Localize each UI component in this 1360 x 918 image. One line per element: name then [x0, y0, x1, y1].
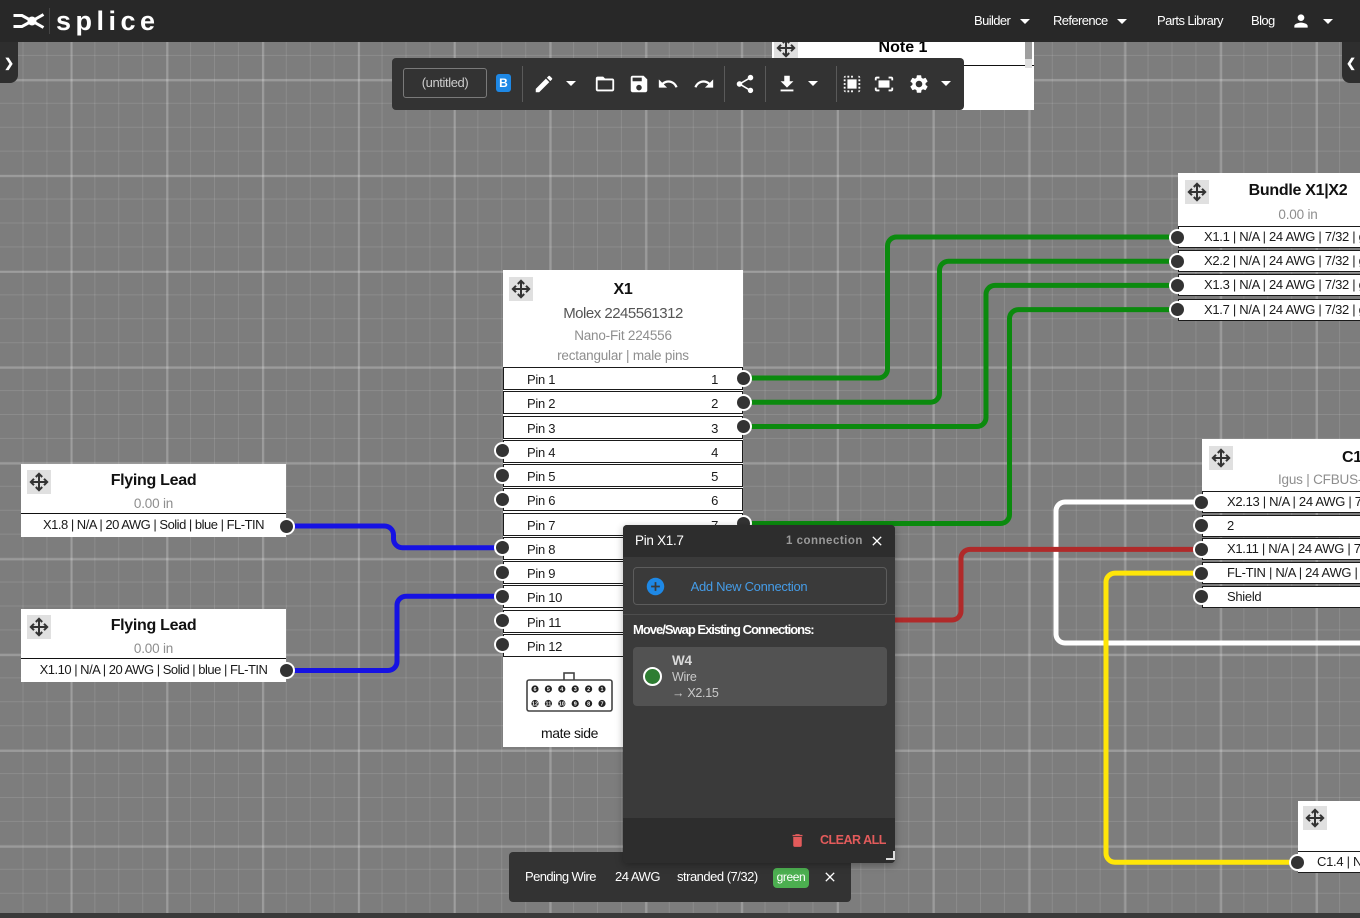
svg-text:5: 5 — [547, 687, 550, 693]
svg-text:7: 7 — [601, 702, 604, 708]
svg-text:10: 10 — [559, 702, 565, 708]
svg-text:3: 3 — [574, 687, 577, 693]
svg-text:1: 1 — [601, 687, 604, 693]
svg-text:6: 6 — [534, 687, 537, 693]
svg-text:12: 12 — [532, 702, 538, 708]
svg-text:2: 2 — [587, 687, 590, 693]
svg-text:8: 8 — [587, 702, 590, 708]
svg-text:11: 11 — [546, 702, 552, 708]
svg-text:4: 4 — [560, 687, 563, 693]
svg-text:9: 9 — [574, 702, 577, 708]
